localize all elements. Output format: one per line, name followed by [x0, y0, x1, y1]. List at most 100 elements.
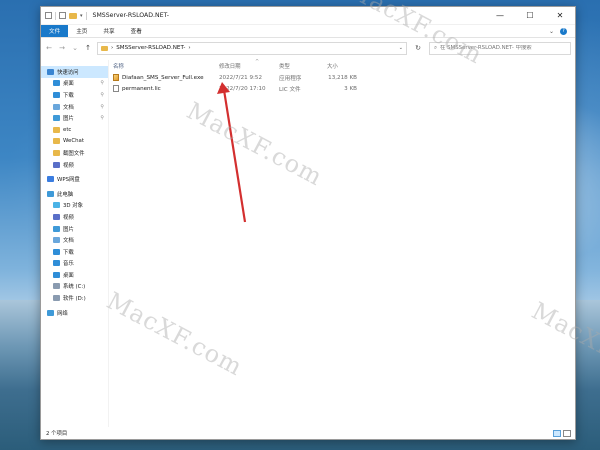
annotation-arrow	[217, 82, 247, 223]
nav-item[interactable]: 桌面 ⚲	[41, 78, 108, 90]
picture-icon	[53, 115, 60, 122]
drive-icon	[53, 283, 60, 290]
window-title: SMSServer-RSLOAD.NET-	[92, 12, 169, 19]
address-dropdown-icon[interactable]: ⌄	[399, 45, 403, 51]
nav-item[interactable]: 视频	[41, 159, 108, 171]
nav-item[interactable]: 软件 (D:)	[41, 292, 108, 304]
nav-item[interactable]: etc	[41, 124, 108, 136]
nav-item[interactable]: 网络	[41, 307, 108, 319]
nav-item[interactable]: 图片 ⚲	[41, 112, 108, 124]
picture-icon	[53, 225, 60, 232]
desktop-icon	[53, 80, 60, 87]
nav-item[interactable]: 此电脑	[41, 188, 108, 200]
navigation-pane: 快速访问 桌面 ⚲ 下载 ⚲ 文档 ⚲ 图片 ⚲ etc WeChat 截图文件 视频 WPS网盘 此电脑 3…	[41, 60, 109, 427]
nav-item-label: 3D 对象	[63, 203, 84, 210]
folder-icon	[101, 45, 108, 51]
nav-item-label: 系统 (C:)	[63, 284, 86, 291]
folder-icon	[53, 138, 60, 145]
nav-item[interactable]: 下载 ⚲	[41, 89, 108, 101]
tab-file[interactable]: 文件	[41, 25, 69, 37]
drive-icon	[53, 295, 60, 302]
computer-icon	[47, 190, 54, 197]
new-item-icon[interactable]	[59, 12, 66, 19]
nav-item-label: 下载	[63, 249, 74, 256]
address-row: ← → ⌄ ↑ › SMSServer-RSLOAD.NET- › ⌄ ↻ ⌕	[41, 38, 575, 58]
arrow-head	[217, 82, 230, 94]
forward-icon[interactable]: →	[58, 44, 66, 52]
refresh-icon[interactable]: ↻	[412, 44, 424, 52]
item-count: 2 个项目	[46, 431, 68, 437]
tab-home[interactable]: 主页	[68, 25, 95, 37]
file-type: LIC 文件	[279, 86, 301, 93]
search-input[interactable]	[440, 45, 561, 51]
nav-item-label: 视频	[63, 214, 74, 221]
path-segment[interactable]: SMSServer-RSLOAD.NET-	[116, 45, 185, 51]
file-type: 应用程序	[279, 75, 302, 82]
minimize-button[interactable]: —	[485, 7, 515, 25]
maximize-button[interactable]: ☐	[515, 7, 545, 25]
sort-caret-icon: ^	[255, 59, 260, 65]
nav-item[interactable]: WPS网盘	[41, 173, 108, 185]
expand-ribbon-icon[interactable]: ⌄	[549, 28, 554, 35]
nav-item[interactable]: 截图文件	[41, 147, 108, 159]
cloud-icon	[47, 176, 54, 183]
window-controls: — ☐ ✕	[485, 7, 575, 25]
address-bar[interactable]: › SMSServer-RSLOAD.NET- › ⌄	[97, 41, 407, 55]
nav-item[interactable]: 音乐	[41, 258, 108, 270]
document-icon	[53, 103, 60, 110]
pin-icon: ⚲	[100, 80, 104, 87]
nav-item[interactable]: 系统 (C:)	[41, 281, 108, 293]
path-separator: ›	[111, 45, 114, 51]
network-icon	[47, 309, 54, 316]
file-size: 13,218 KB	[328, 74, 357, 81]
nav-item-label: 音乐	[63, 261, 74, 268]
close-button[interactable]: ✕	[545, 7, 575, 25]
column-size[interactable]: 大小	[327, 62, 357, 70]
nav-item-label: 截图文件	[63, 150, 85, 157]
file-pane: ^ 名称 修改日期 类型 大小 Diafaan_SMS_Server_Full.…	[109, 59, 575, 427]
explorer-body: 快速访问 桌面 ⚲ 下载 ⚲ 文档 ⚲ 图片 ⚲ etc WeChat 截图文件 视频 WPS网盘 此电脑 3…	[41, 59, 575, 427]
desktop-icon	[53, 271, 60, 278]
tab-view[interactable]: 查看	[123, 25, 150, 37]
explorer-window: ▾ SMSServer-RSLOAD.NET- — ☐ ✕ 文件 主页 共享 查…	[40, 6, 576, 440]
large-icons-view-icon[interactable]	[563, 429, 571, 437]
nav-item-label: 桌面	[63, 81, 74, 88]
nav-item[interactable]: 桌面	[41, 269, 108, 281]
title-bar: ▾ SMSServer-RSLOAD.NET- — ☐ ✕	[41, 7, 575, 25]
nav-item-label: 文档	[63, 238, 74, 245]
nav-item[interactable]: WeChat	[41, 136, 108, 148]
nav-item[interactable]: 文档 ⚲	[41, 101, 108, 113]
customize-toolbar-icon[interactable]: ▾	[80, 13, 83, 19]
properties-icon[interactable]	[45, 12, 52, 19]
download-icon	[53, 248, 60, 255]
status-bar: 2 个项目	[41, 427, 575, 439]
column-type[interactable]: 类型	[279, 62, 327, 70]
nav-item-label: 图片	[63, 226, 74, 233]
help-icon[interactable]: ?	[560, 27, 567, 35]
search-box[interactable]: ⌕	[429, 41, 571, 55]
pin-icon: ⚲	[100, 115, 104, 122]
cube-icon	[53, 202, 60, 209]
recent-locations-icon[interactable]: ⌄	[71, 44, 79, 52]
qa-divider	[55, 11, 56, 20]
nav-item[interactable]: 下载	[41, 246, 108, 258]
new-folder-icon[interactable]	[69, 12, 77, 19]
nav-item-label: 此电脑	[57, 191, 74, 198]
nav-item[interactable]: 快速访问	[41, 66, 108, 78]
nav-item[interactable]: 视频	[41, 211, 108, 223]
back-icon[interactable]: ←	[45, 44, 53, 52]
folder-icon	[53, 126, 60, 133]
search-icon: ⌕	[434, 44, 438, 51]
path-separator: ›	[188, 45, 191, 51]
pin-icon: ⚲	[100, 103, 104, 110]
nav-item-label: 图片	[63, 116, 74, 123]
video-icon	[53, 213, 60, 220]
details-view-icon[interactable]	[553, 429, 561, 437]
nav-item[interactable]: 文档	[41, 234, 108, 246]
nav-item[interactable]: 3D 对象	[41, 200, 108, 212]
up-icon[interactable]: ↑	[84, 44, 92, 52]
tab-share[interactable]: 共享	[95, 25, 122, 37]
nav-item[interactable]: 图片	[41, 223, 108, 235]
music-icon	[53, 260, 60, 267]
star-icon	[47, 68, 54, 75]
